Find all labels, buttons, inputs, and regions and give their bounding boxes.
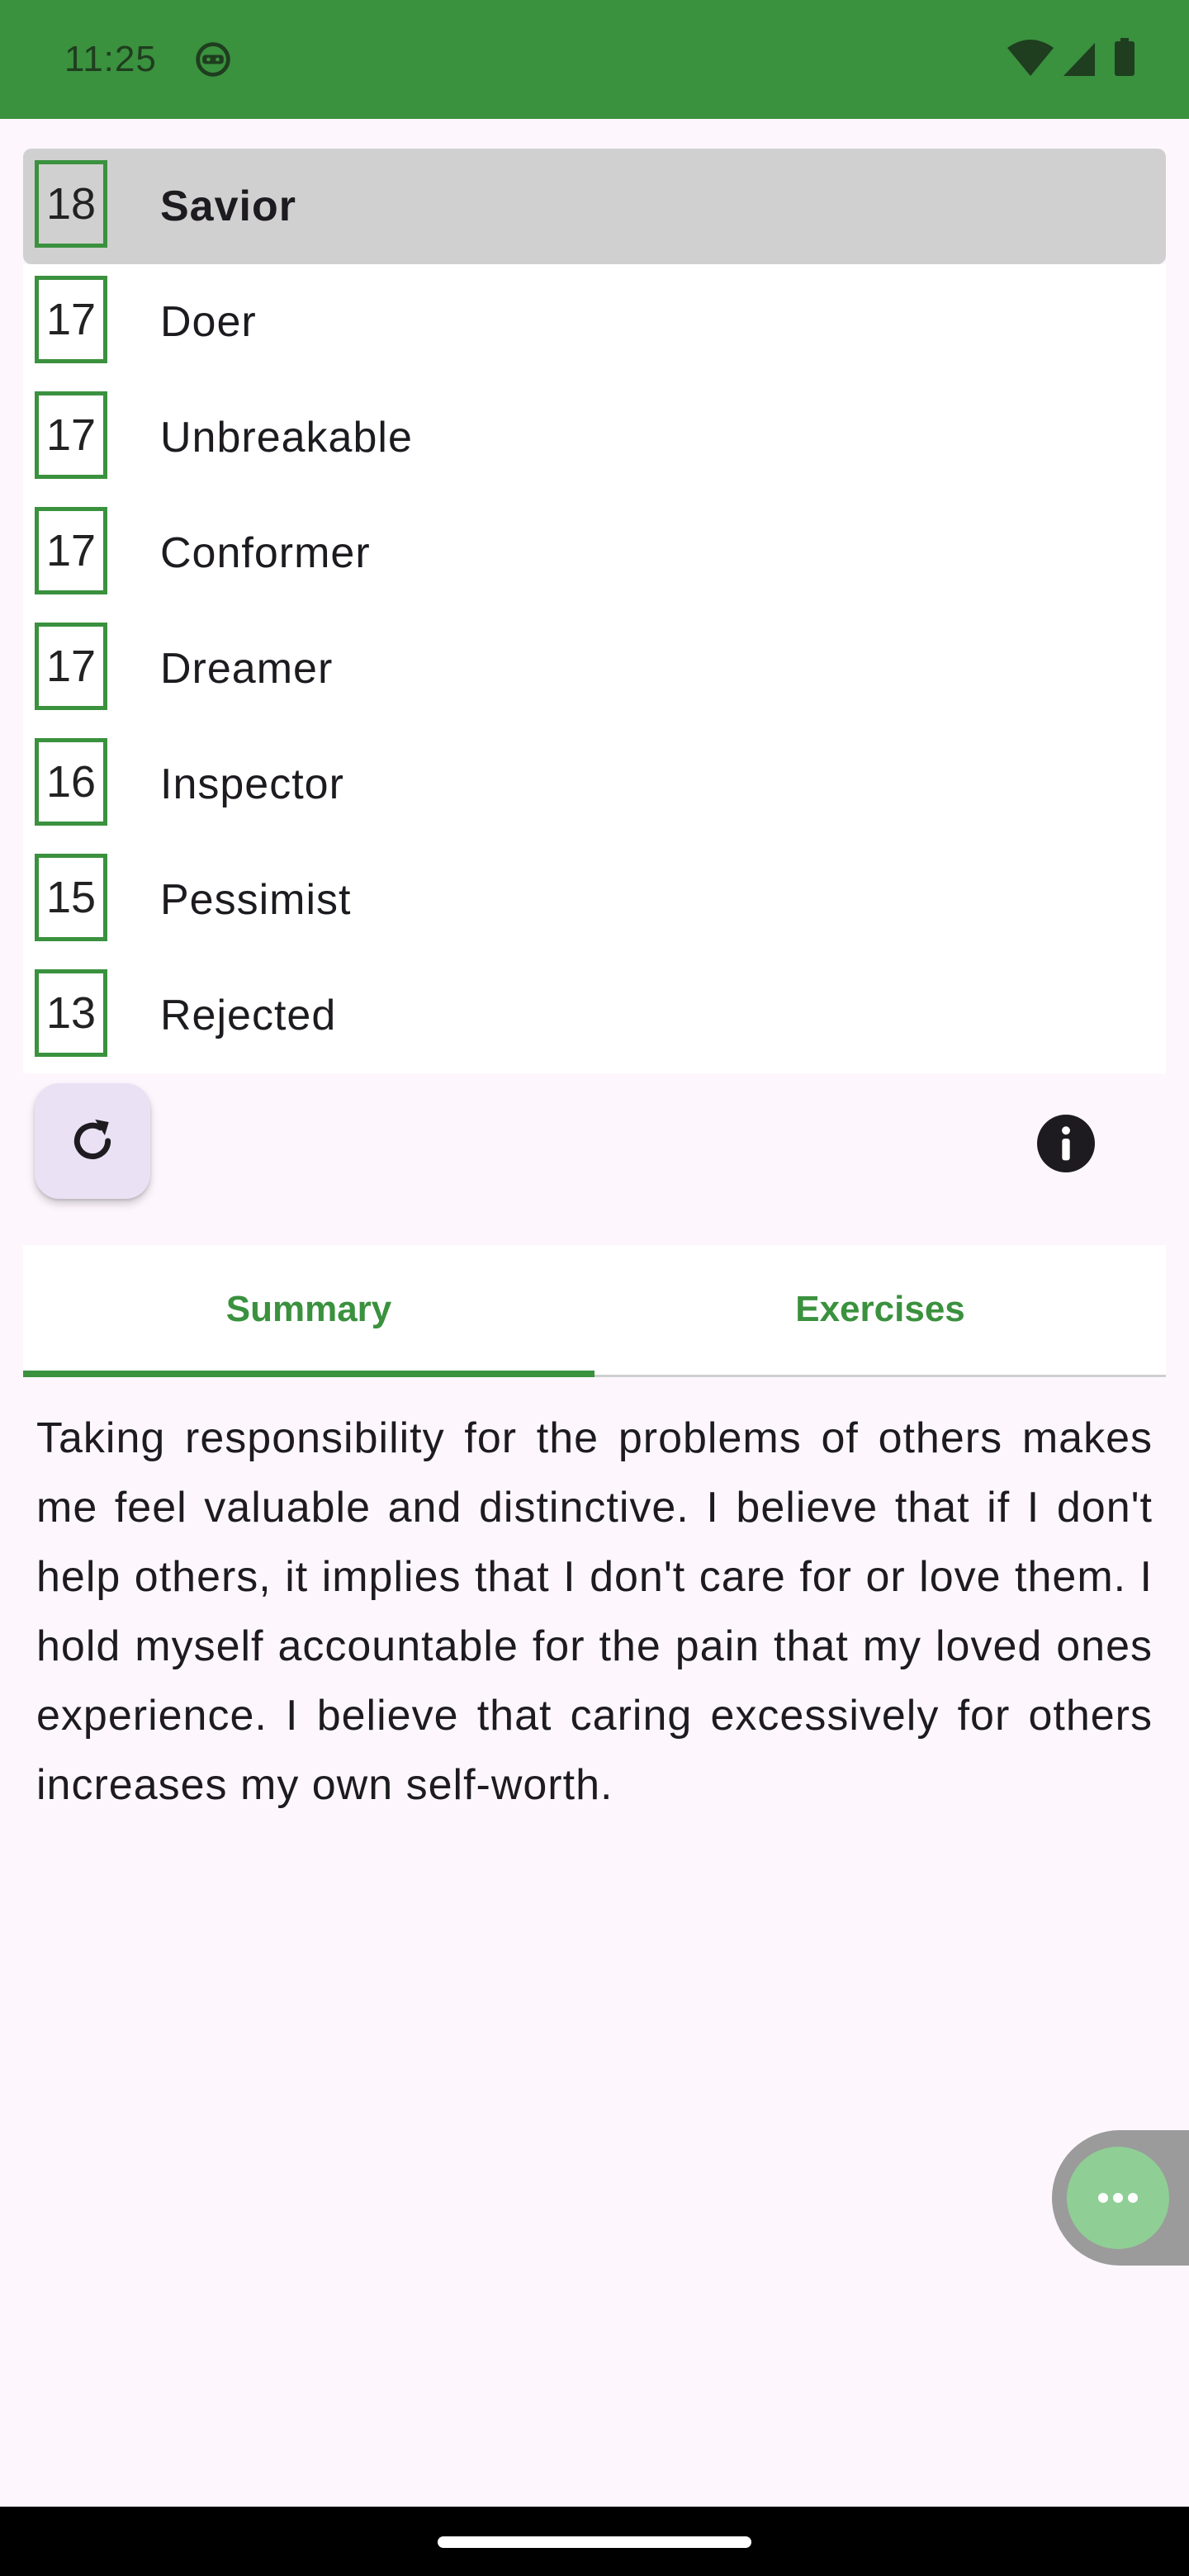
more-horizontal-icon (1098, 2193, 1138, 2203)
tab-exercises[interactable]: Exercises (594, 1245, 1166, 1377)
list-item[interactable]: 16 Inspector (23, 727, 1166, 842)
list-item[interactable]: 15 Pessimist (23, 842, 1166, 958)
info-icon[interactable] (1037, 1115, 1095, 1172)
score-badge: 17 (35, 507, 107, 594)
refresh-button[interactable] (35, 1083, 150, 1199)
battery-icon (1115, 38, 1135, 76)
score-badge: 17 (35, 623, 107, 710)
tab-indicator (23, 1371, 594, 1377)
list-item[interactable]: 17 Dreamer (23, 611, 1166, 727)
navigation-bar (0, 2507, 1189, 2576)
item-label: Doer (160, 298, 257, 346)
refresh-icon (73, 1119, 111, 1159)
item-label: Inspector (160, 760, 344, 808)
face-icon (196, 42, 230, 77)
status-bar: 11:25 (0, 0, 1189, 119)
tab-summary[interactable]: Summary (23, 1245, 594, 1377)
item-label: Pessimist (160, 876, 352, 924)
tab-bar: Summary Exercises (23, 1245, 1166, 1377)
score-badge: 17 (35, 391, 107, 479)
list-item[interactable]: 17 Conformer (23, 495, 1166, 611)
status-icons (1007, 38, 1135, 76)
home-handle[interactable] (438, 2536, 751, 2548)
score-badge: 13 (35, 969, 107, 1057)
score-badge: 16 (35, 738, 107, 826)
item-label: Savior (160, 182, 296, 230)
status-time: 11:25 (64, 39, 157, 79)
summary-text: Taking responsibility for the problems o… (36, 1414, 1153, 1809)
score-badge: 15 (35, 854, 107, 941)
item-label: Conformer (160, 529, 371, 577)
list-item[interactable]: 18 Savior (23, 149, 1166, 264)
item-label: Rejected (160, 992, 337, 1039)
score-list: 18 Savior 17 Doer 17 Unbreakable 17 Conf… (23, 149, 1166, 1073)
list-item[interactable]: 13 Rejected (23, 958, 1166, 1073)
signal-icon (1063, 43, 1095, 76)
item-label: Dreamer (160, 645, 334, 693)
floating-menu[interactable] (1052, 2130, 1189, 2266)
list-item[interactable]: 17 Doer (23, 264, 1166, 380)
score-badge: 17 (35, 276, 107, 363)
list-item[interactable]: 17 Unbreakable (23, 380, 1166, 495)
item-label: Unbreakable (160, 414, 413, 462)
score-badge: 18 (35, 160, 107, 248)
wifi-icon (1007, 40, 1054, 76)
floating-menu-button[interactable] (1067, 2147, 1169, 2249)
